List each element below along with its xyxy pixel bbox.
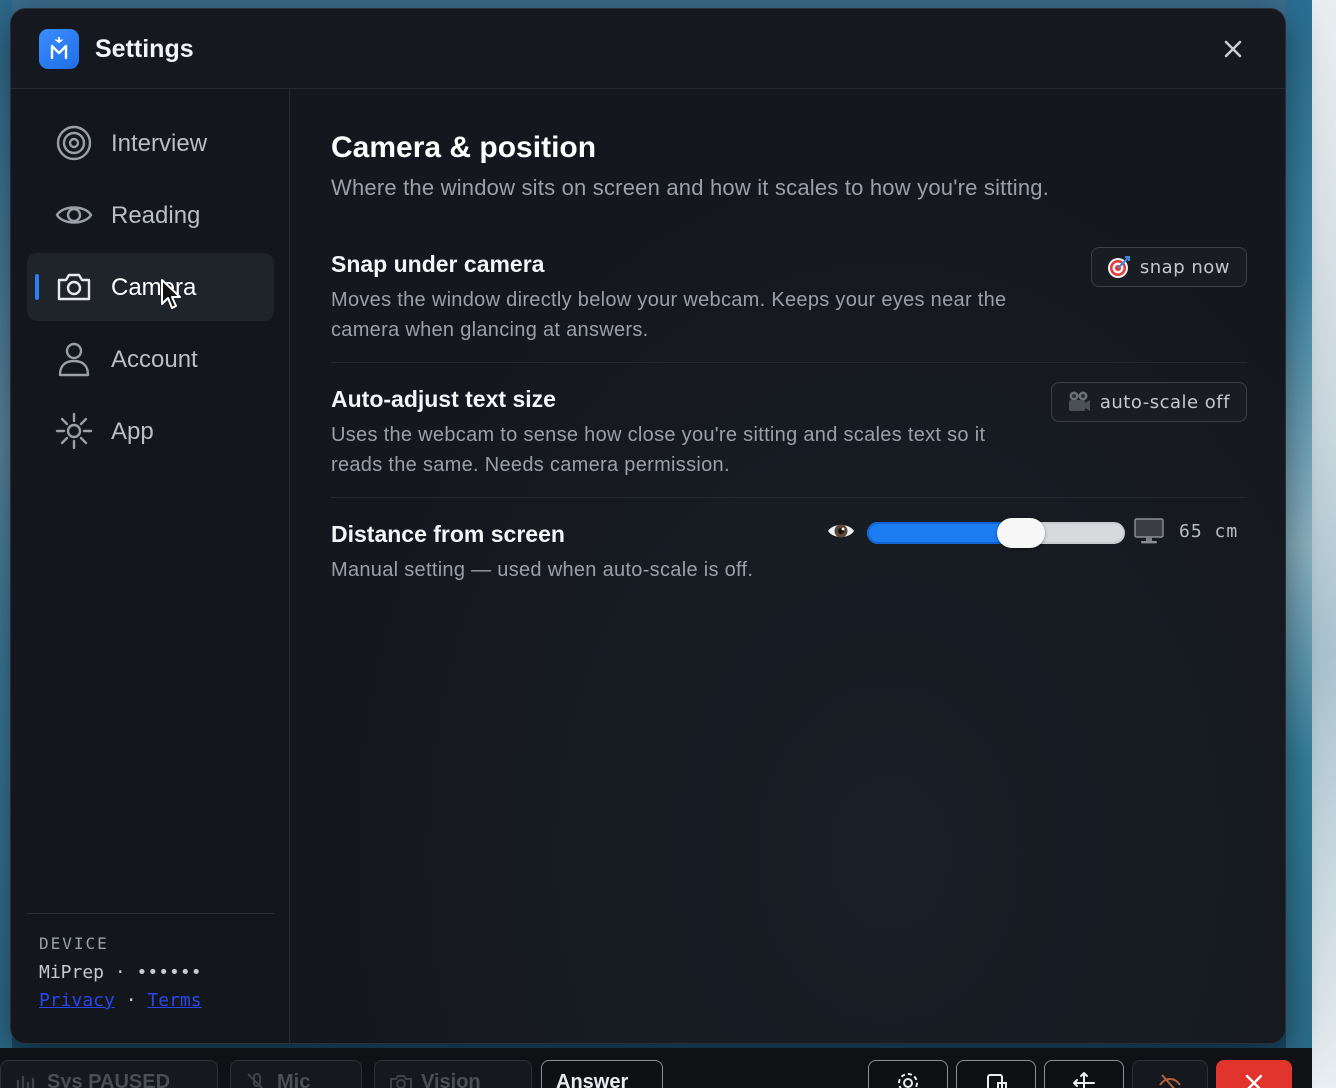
- slider-thumb[interactable]: [997, 518, 1046, 548]
- sidebar-item-reading[interactable]: Reading: [27, 181, 274, 249]
- eye-emoji-icon: [828, 524, 854, 538]
- desktop-background-edge: [1312, 0, 1336, 1088]
- settings-button[interactable]: [868, 1060, 948, 1088]
- setting-title: Distance from screen: [331, 521, 565, 547]
- sidebar-footer: DEVICE MiPrep · •••••• Privacy · Terms: [27, 913, 274, 1033]
- close-icon: [1245, 1074, 1263, 1088]
- close-button[interactable]: [1221, 37, 1245, 61]
- page-subtitle: Where the window sits on screen and how …: [331, 175, 1050, 200]
- button-label: Answer: [556, 1071, 629, 1088]
- snap-now-button[interactable]: snap now: [1090, 247, 1247, 287]
- distance-slider[interactable]: [867, 518, 1125, 548]
- sidebar-item-label: Interview: [111, 130, 208, 157]
- settings-window: Settings Interview Reading Camera Accoun…: [10, 8, 1286, 1044]
- answer-button[interactable]: Answer: [541, 1060, 663, 1088]
- window-button[interactable]: [956, 1060, 1036, 1088]
- video-camera-icon: [1068, 391, 1090, 411]
- gear-icon: [898, 1073, 918, 1088]
- target-icon: [55, 124, 93, 162]
- auto-scale-toggle-button[interactable]: auto-scale off: [1050, 382, 1247, 422]
- settings-content: Camera & position Where the window sits …: [291, 89, 1285, 1043]
- terms-link[interactable]: Terms: [147, 990, 201, 1011]
- device-value: MiPrep · ••••••: [39, 962, 202, 983]
- setting-distance-from-screen: Distance from screen Manual setting — us…: [331, 518, 1247, 621]
- privacy-link[interactable]: Privacy: [39, 990, 115, 1011]
- sidebar-item-camera[interactable]: Camera: [27, 253, 274, 321]
- link-separator: ·: [125, 990, 137, 1011]
- target-dart-icon: [1107, 256, 1130, 278]
- setting-description: Moves the window directly below your web…: [331, 289, 1007, 341]
- waveform-icon: [16, 1075, 35, 1088]
- setting-title: Auto-adjust text size: [331, 386, 556, 412]
- setting-title: Snap under camera: [331, 251, 545, 277]
- button-label: auto-scale off: [1099, 391, 1230, 413]
- sidebar: Interview Reading Camera Account App DEV…: [11, 89, 290, 1043]
- legal-links: Privacy · Terms: [39, 990, 202, 1011]
- sidebar-item-label: App: [111, 418, 154, 445]
- mic-off-icon: [247, 1073, 264, 1088]
- device-label: DEVICE: [39, 934, 109, 953]
- monitor-icon: [1134, 518, 1164, 544]
- camera-icon: [55, 268, 93, 306]
- active-indicator: [35, 274, 39, 300]
- close-icon: [1224, 40, 1242, 58]
- mouse-cursor-icon: [161, 279, 181, 309]
- window-title: Settings: [95, 35, 194, 63]
- eye-icon: [55, 196, 93, 234]
- move-button[interactable]: [1044, 1060, 1124, 1088]
- button-label: Sys PAUSED: [47, 1071, 171, 1088]
- person-icon: [55, 340, 93, 378]
- mic-button[interactable]: Mic: [230, 1060, 362, 1088]
- setting-snap-under-camera: Snap under camera Moves the window direc…: [331, 247, 1247, 363]
- button-label: snap now: [1139, 256, 1230, 278]
- setting-description: Uses the webcam to sense how close you'r…: [331, 424, 986, 476]
- sidebar-item-account[interactable]: Account: [27, 325, 274, 393]
- move-icon: [1073, 1072, 1095, 1088]
- titlebar: Settings: [11, 9, 1285, 89]
- bottom-toolbar: Sys PAUSED Mic Vision Answer: [0, 1048, 1312, 1088]
- page-title: Camera & position: [331, 131, 597, 164]
- sidebar-item-label: Camera: [111, 274, 197, 301]
- button-label: Mic: [277, 1071, 311, 1088]
- button-label: Vision: [421, 1071, 481, 1088]
- distance-slider-group: 65 cm: [827, 511, 1247, 551]
- quit-button[interactable]: [1216, 1060, 1292, 1088]
- distance-value: 65 cm: [1179, 521, 1239, 542]
- sun-icon: [55, 412, 93, 450]
- sidebar-item-label: Account: [111, 346, 198, 373]
- vision-button[interactable]: Vision: [374, 1060, 532, 1088]
- camera-icon: [390, 1075, 412, 1088]
- setting-description: Manual setting — used when auto-scale is…: [331, 559, 754, 581]
- window-icon: [987, 1074, 1007, 1088]
- eye-off-icon: [1159, 1074, 1181, 1088]
- mi-logo-icon: [39, 29, 79, 69]
- setting-auto-adjust-text: Auto-adjust text size Uses the webcam to…: [331, 382, 1247, 498]
- sidebar-item-interview[interactable]: Interview: [27, 109, 274, 177]
- system-audio-button[interactable]: Sys PAUSED: [0, 1060, 218, 1088]
- sidebar-item-label: Reading: [111, 202, 201, 229]
- sidebar-item-app[interactable]: App: [27, 397, 274, 465]
- hide-button[interactable]: [1132, 1060, 1208, 1088]
